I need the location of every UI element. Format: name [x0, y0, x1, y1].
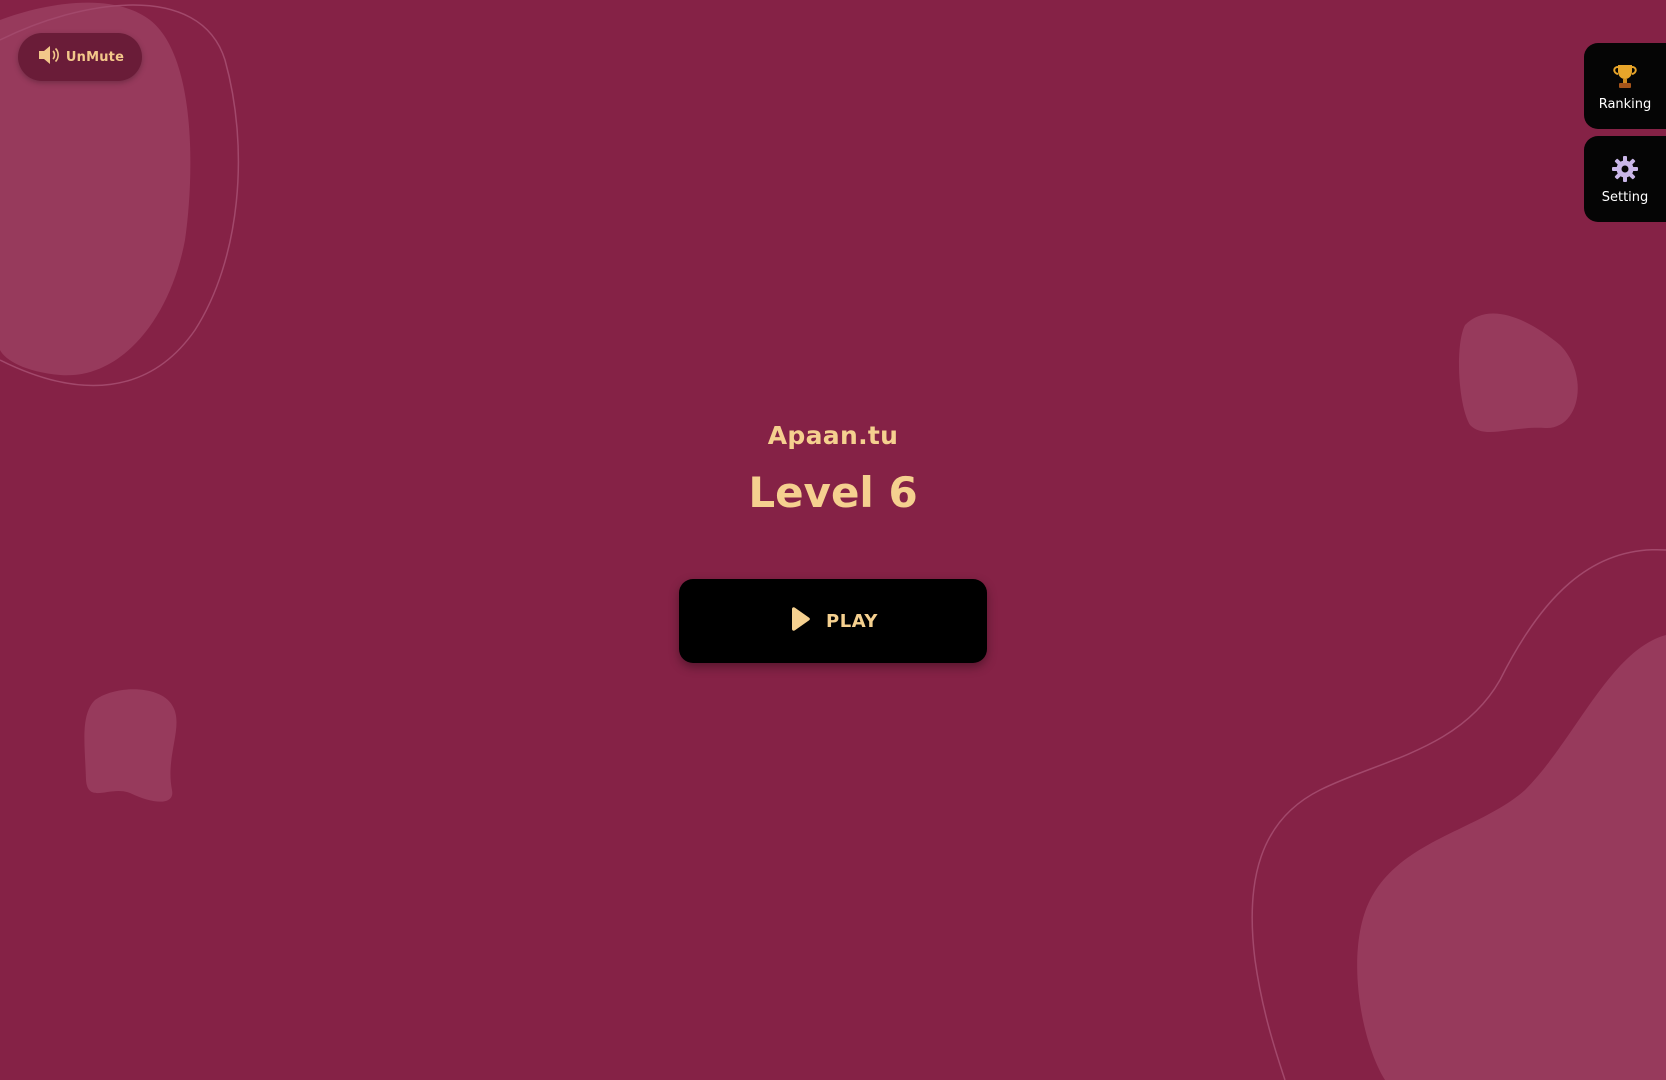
play-label: PLAY — [826, 610, 878, 632]
blob-bottom-right — [1357, 635, 1666, 1080]
mute-toggle-button[interactable]: UnMute — [18, 33, 142, 81]
mute-label: UnMute — [65, 49, 125, 65]
gear-icon — [1610, 154, 1640, 188]
play-icon — [788, 606, 812, 636]
play-button[interactable]: PLAY — [679, 579, 987, 663]
trophy-icon — [1610, 61, 1640, 95]
setting-button[interactable]: Setting — [1584, 136, 1666, 222]
app-name: Apaan.tu — [767, 421, 899, 450]
setting-label: Setting — [1601, 189, 1649, 205]
ranking-button[interactable]: Ranking — [1584, 43, 1666, 129]
blob-small-right — [1458, 313, 1578, 433]
speaker-icon — [36, 42, 62, 72]
blob-small-left — [84, 689, 177, 802]
ranking-label: Ranking — [1598, 96, 1652, 112]
background-decoration — [0, 2, 1666, 1080]
level-title: Level 6 — [748, 468, 918, 517]
